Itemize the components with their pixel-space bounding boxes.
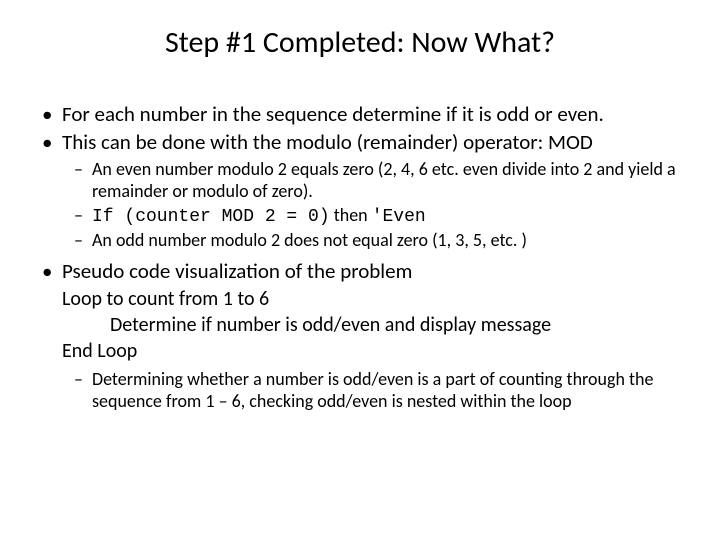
- slide: Step #1 Completed: Now What? For each nu…: [0, 0, 720, 439]
- sub-list-2: Determining whether a number is odd/even…: [40, 368, 680, 413]
- sub-1: An even number modulo 2 equals zero (2, …: [40, 158, 680, 203]
- sub-4: Determining whether a number is odd/even…: [40, 368, 680, 413]
- sub-2: If (counter MOD 2 = 0) then 'Even: [40, 204, 680, 229]
- pseudo-line-1: Loop to count from 1 to 6: [62, 286, 680, 312]
- pseudo-line-2: Determine if number is odd/even and disp…: [62, 312, 680, 338]
- slide-title: Step #1 Completed: Now What?: [40, 24, 680, 61]
- text-then: then: [330, 204, 372, 226]
- bullet-3: Pseudo code visualization of the problem: [40, 258, 680, 284]
- bullet-2: This can be done with the modulo (remain…: [40, 129, 680, 155]
- bullet-list: For each number in the sequence determin…: [40, 101, 680, 413]
- sub-list-1: An even number modulo 2 equals zero (2, …: [40, 158, 680, 252]
- pseudo-line-3: End Loop: [62, 338, 680, 364]
- code-even: 'Even: [372, 207, 426, 227]
- sub-3: An odd number modulo 2 does not equal ze…: [40, 229, 680, 252]
- bullet-1: For each number in the sequence determin…: [40, 101, 680, 127]
- pseudo-code: Loop to count from 1 to 6 Determine if n…: [62, 286, 680, 364]
- code-if: If (counter MOD 2 = 0): [92, 207, 330, 227]
